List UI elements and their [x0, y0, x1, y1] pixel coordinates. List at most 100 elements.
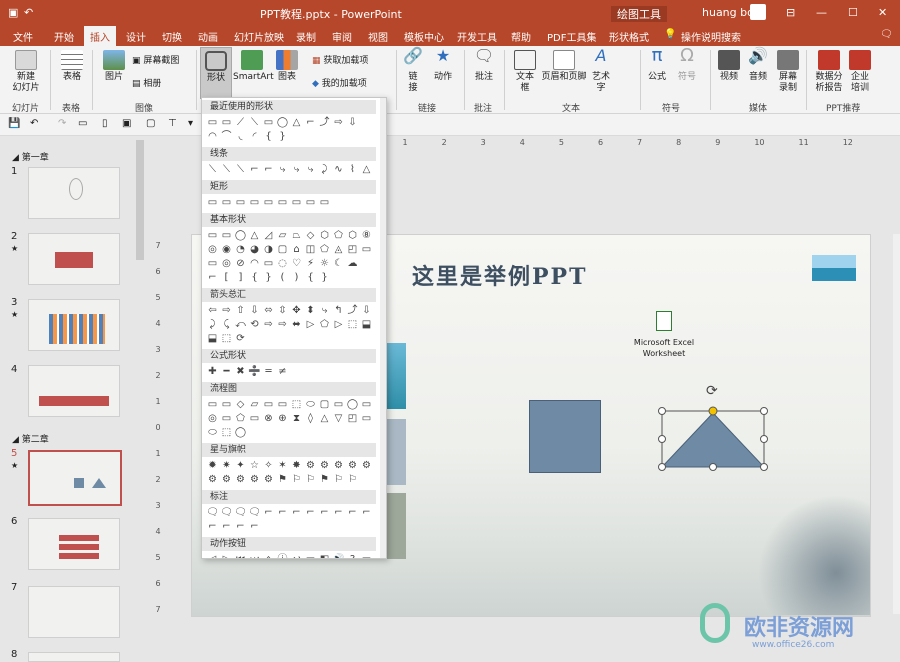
shape-option[interactable]: ◜	[248, 131, 261, 143]
video-button[interactable]: 视频	[718, 50, 740, 83]
shape-option[interactable]: ◰	[346, 244, 359, 256]
comments-icon[interactable]: 🗨	[880, 29, 893, 40]
shape-option[interactable]: ⚙	[304, 460, 317, 472]
symbol-button[interactable]: Ω 符号	[676, 47, 698, 83]
shape-option[interactable]: ⌐	[206, 272, 219, 284]
shape-option[interactable]: ⚙	[332, 460, 345, 472]
shape-option[interactable]: ⬠	[318, 319, 331, 331]
shape-option[interactable]: ◇	[234, 399, 247, 411]
close-icon[interactable]: ✕	[878, 6, 887, 19]
shape-option[interactable]: ✹	[206, 460, 219, 472]
shape-option[interactable]: ⌐	[220, 521, 233, 533]
shape-option[interactable]: ▭	[360, 399, 373, 411]
shape-option[interactable]: 🗨	[206, 507, 219, 519]
shape-option[interactable]: ▭	[220, 230, 233, 242]
shape-option[interactable]: 🔊	[332, 554, 345, 558]
shape-option[interactable]: ▭	[276, 197, 289, 209]
shape-option[interactable]: ☁	[346, 258, 359, 270]
shape-option[interactable]: ◔	[234, 244, 247, 256]
shape-option[interactable]: ⏢	[290, 230, 303, 242]
shape-option[interactable]: ▱	[248, 399, 261, 411]
shape-option[interactable]: ◊	[304, 413, 317, 425]
shape-option[interactable]: △	[290, 117, 303, 129]
shape-option[interactable]: ◇	[304, 230, 317, 242]
slide-thumb-6[interactable]	[28, 518, 120, 570]
shape-option[interactable]: ▢	[318, 399, 331, 411]
slide-thumb-3[interactable]	[28, 299, 120, 351]
shape-option[interactable]: ☆	[248, 460, 261, 472]
shape-option[interactable]: ⟳	[234, 333, 247, 345]
shape-option[interactable]: ⇩	[360, 305, 373, 317]
shape-option[interactable]: ⇳	[276, 305, 289, 317]
shape-option[interactable]: △	[248, 230, 261, 242]
shape-option[interactable]: ⬡	[318, 230, 331, 242]
excel-embed-label[interactable]: Microsoft Excel Worksheet	[622, 337, 706, 359]
shape-option[interactable]: ⤷	[290, 164, 303, 176]
shape-option[interactable]: ⚙	[206, 474, 219, 486]
shape-option[interactable]: ⬓	[206, 333, 219, 345]
shape-option[interactable]: ⌒	[220, 131, 233, 143]
shape-option[interactable]: ◰	[346, 413, 359, 425]
ribbon-display-icon[interactable]: ⊟	[786, 6, 795, 19]
tab-animations[interactable]: 动画	[198, 29, 218, 44]
shape-option[interactable]: ⏭	[248, 554, 261, 558]
shape-option[interactable]: ⇦	[206, 305, 219, 317]
shape-option[interactable]: ✷	[220, 460, 233, 472]
new-icon[interactable]: ▯	[102, 118, 108, 129]
user-name[interactable]: huang bo	[702, 6, 754, 19]
shape-option[interactable]: ▭	[206, 399, 219, 411]
shape-option[interactable]: ◎	[220, 258, 233, 270]
shapes-button[interactable]: 形状	[200, 47, 232, 99]
shape-option[interactable]: ⚐	[346, 474, 359, 486]
tab-pdf-tools[interactable]: PDF工具集	[547, 29, 596, 44]
shape-option[interactable]: ▭	[304, 554, 317, 558]
screenshot-button[interactable]: ▣ 屏幕截图	[132, 56, 179, 67]
triangle-shape[interactable]	[660, 412, 766, 468]
shape-option[interactable]: ⤸	[318, 164, 331, 176]
rectangle-shape[interactable]	[529, 400, 601, 473]
shape-option[interactable]: [	[220, 272, 233, 284]
shape-option[interactable]: ⤺	[234, 319, 247, 331]
shape-option[interactable]: ▭	[262, 399, 275, 411]
resize-handle[interactable]	[760, 407, 768, 415]
shape-option[interactable]: ◎	[206, 413, 219, 425]
formula-button[interactable]: π 公式	[646, 47, 668, 83]
shape-option[interactable]: ⚙	[360, 460, 373, 472]
shape-option[interactable]: ☾	[332, 258, 345, 270]
shape-option[interactable]: ↩	[290, 554, 303, 558]
shape-option[interactable]: {	[304, 272, 317, 284]
tab-home[interactable]: 开始	[54, 29, 74, 44]
shape-option[interactable]: ⤷	[276, 164, 289, 176]
new-slide-button[interactable]: 新建 幻灯片	[6, 50, 46, 94]
shape-option[interactable]: ◬	[332, 244, 345, 256]
shape-option[interactable]: ✧	[262, 460, 275, 472]
triangle-selection[interactable]: ⟳	[654, 377, 772, 477]
shape-option[interactable]: ▭	[262, 117, 275, 129]
shape-option[interactable]: ⟍	[234, 164, 247, 176]
shape-option[interactable]: ✸	[290, 460, 303, 472]
shape-option[interactable]: ⚙	[234, 474, 247, 486]
shape-option[interactable]: ⚙	[346, 460, 359, 472]
shape-option[interactable]: ◁	[206, 554, 219, 558]
image-icon[interactable]: ▣	[122, 118, 131, 129]
tab-file[interactable]: 文件	[13, 29, 33, 44]
slide-thumb-5-selected[interactable]	[28, 450, 122, 506]
shape-option[interactable]: ▽	[332, 413, 345, 425]
shape-option[interactable]: ⓘ	[276, 554, 289, 558]
shape-option[interactable]: ⌐	[248, 521, 261, 533]
shape-option[interactable]: ⧗	[290, 413, 303, 425]
shape-option[interactable]: ⚙	[220, 474, 233, 486]
shape-option[interactable]: (	[276, 272, 289, 284]
slideshow-icon[interactable]: ▭	[78, 118, 87, 129]
undo-icon[interactable]: ↶	[24, 6, 33, 19]
shape-option[interactable]: }	[276, 131, 289, 143]
resize-handle[interactable]	[760, 435, 768, 443]
shape-option[interactable]: ⇧	[234, 305, 247, 317]
shape-option[interactable]: ◠	[248, 258, 261, 270]
shape-option[interactable]: ⤴	[318, 117, 331, 129]
shape-option[interactable]: ▭	[206, 258, 219, 270]
slide-thumb-7[interactable]	[28, 586, 120, 638]
shape-option[interactable]: ⬚	[290, 399, 303, 411]
shape-option[interactable]: ⇨	[220, 305, 233, 317]
shape-option[interactable]: ⬄	[262, 305, 275, 317]
